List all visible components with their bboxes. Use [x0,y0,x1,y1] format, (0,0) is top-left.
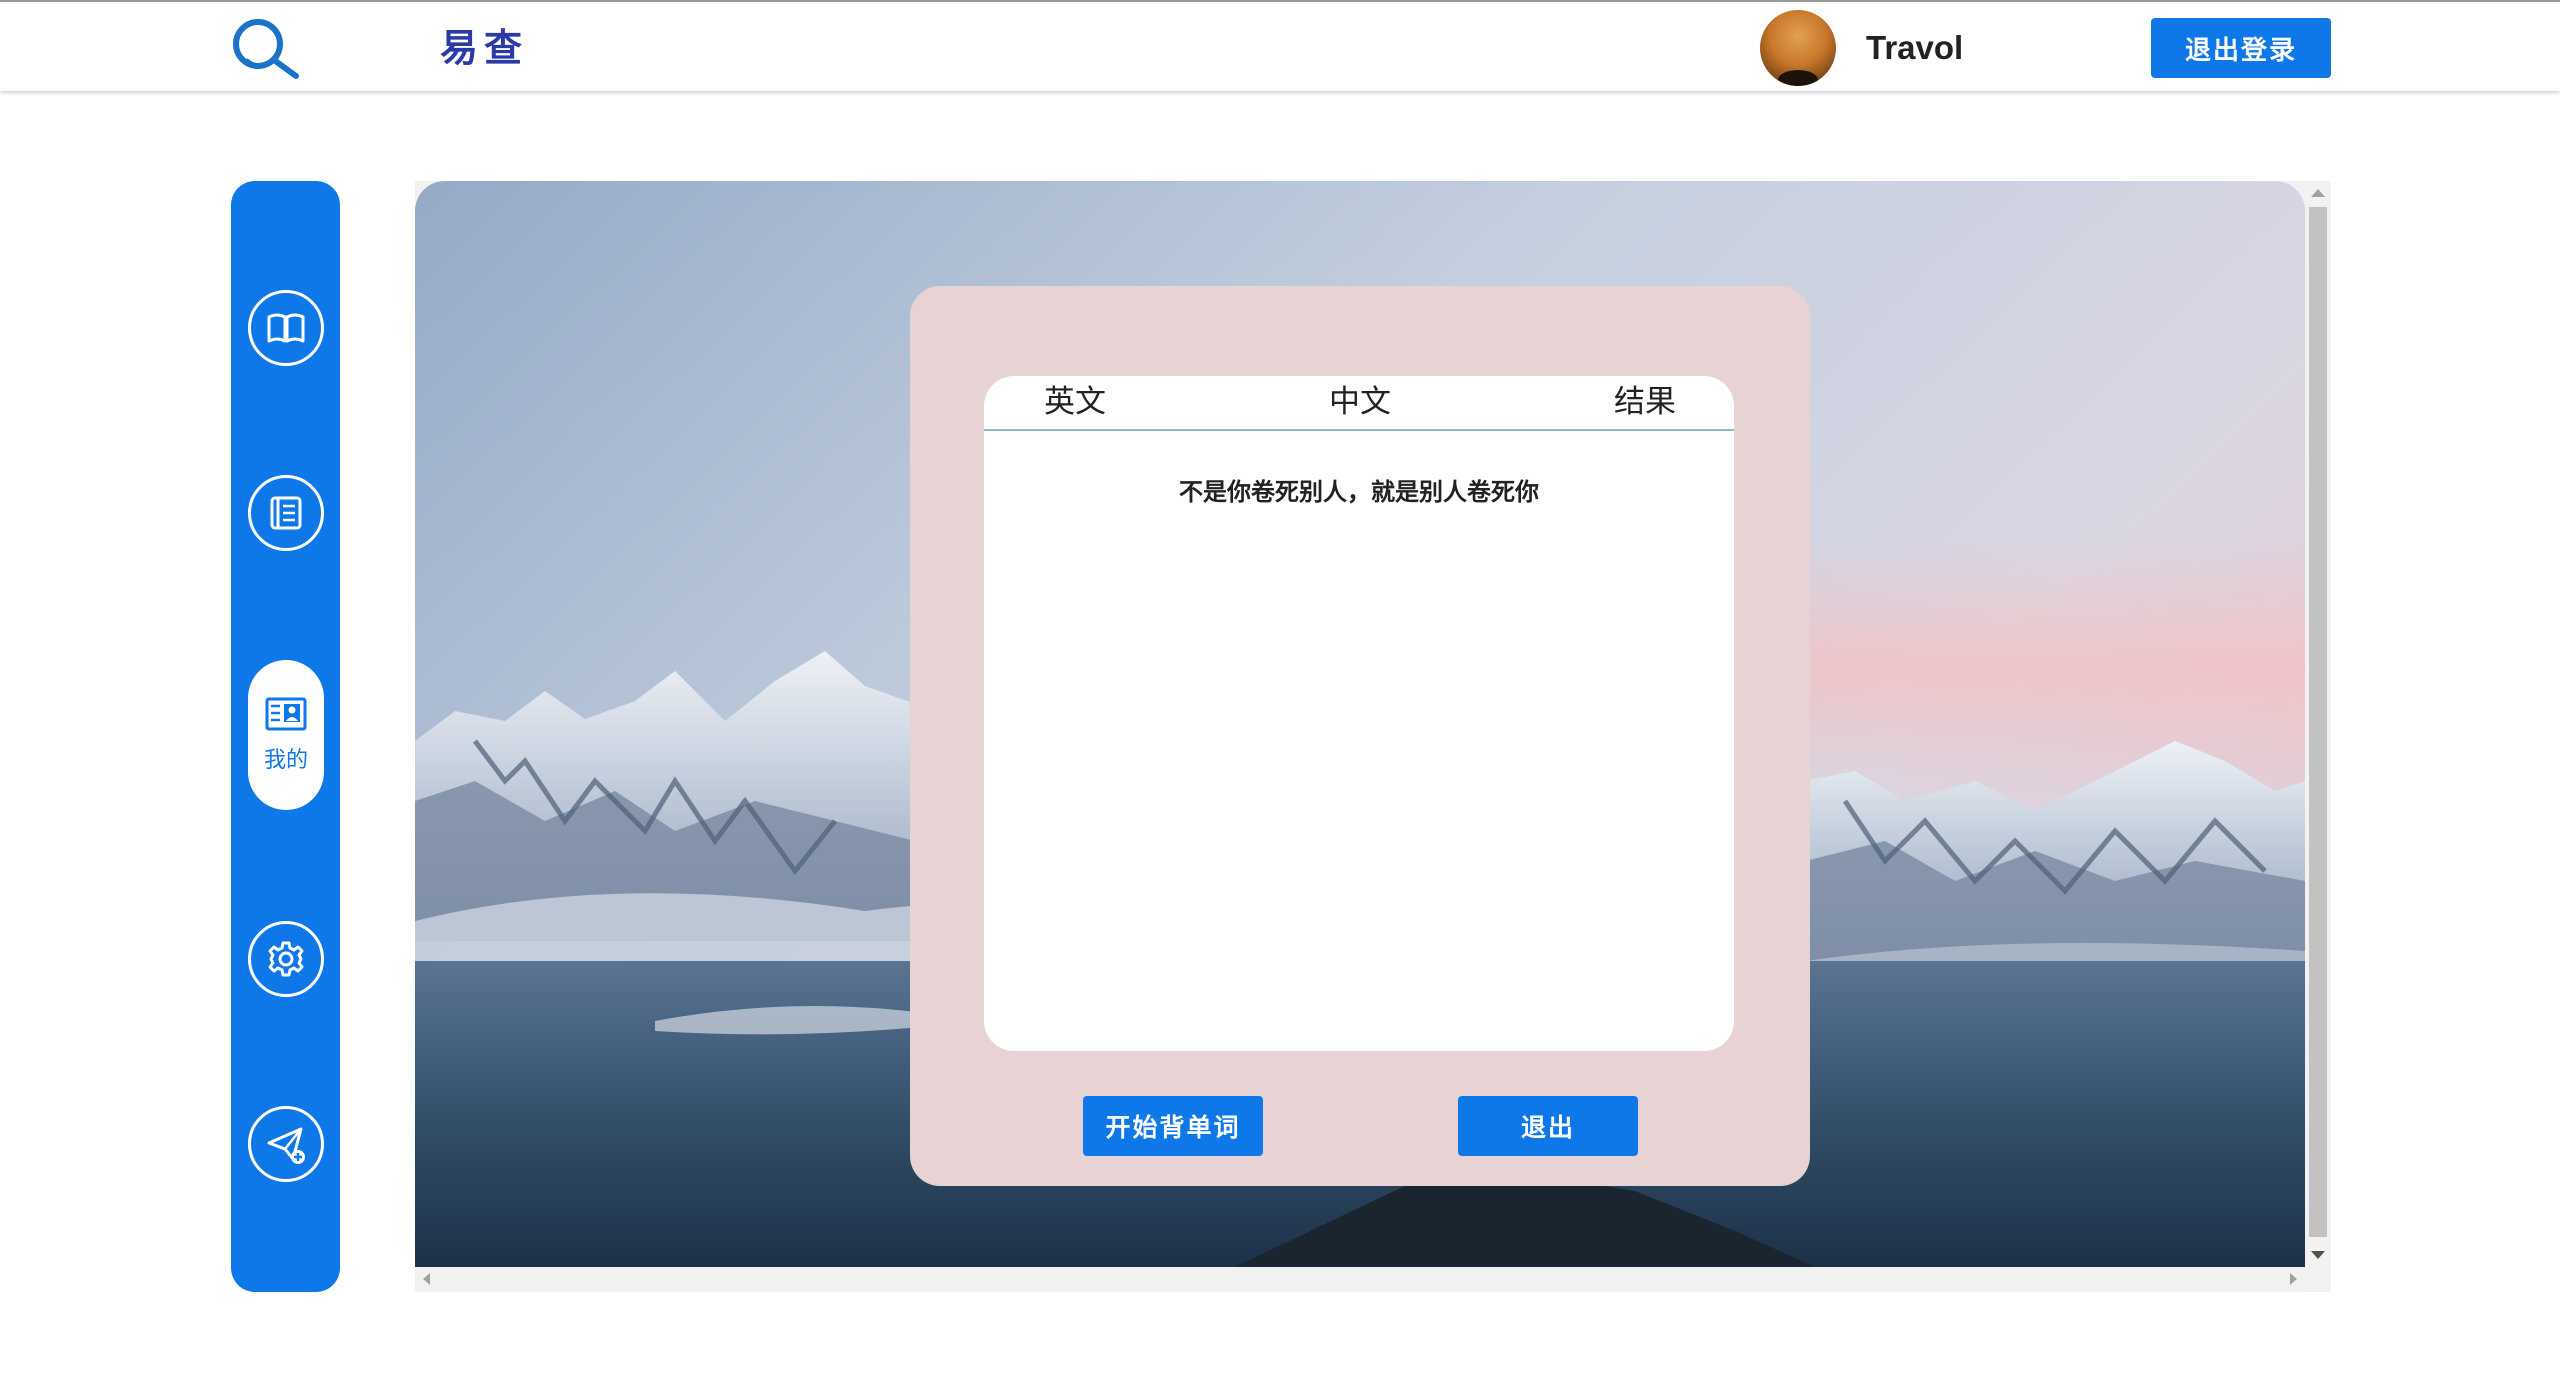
profile-card-icon [265,697,307,731]
exit-button[interactable]: 退出 [1458,1096,1638,1156]
send-add-icon [267,1127,305,1164]
avatar[interactable] [1760,10,1836,86]
scroll-down-arrow-icon[interactable] [2311,1251,2325,1259]
logout-button[interactable]: 退出登录 [2151,18,2331,78]
scroll-right-arrow-icon[interactable] [2290,1273,2297,1285]
top-header: 易查 Travol 退出登录 [0,0,2560,91]
sidebar: 我的 [231,181,340,1292]
book-icon [267,313,305,343]
magnifier-logo-icon[interactable] [228,14,308,82]
username: Travol [1866,29,1964,66]
sidebar-item-send[interactable] [248,1106,324,1182]
notebook-icon [270,496,302,530]
gear-icon [268,941,304,977]
scrollbar-thumb[interactable] [2309,207,2327,1237]
scroll-left-arrow-icon[interactable] [423,1273,430,1285]
column-header-chinese: 中文 [1329,384,1391,420]
word-table: 英文 中文 结果 不是你卷死别人，就是别人卷死你 [984,376,1734,1051]
sidebar-item-settings[interactable] [248,921,324,997]
table-header: 英文 中文 结果 [984,376,1734,431]
app-title: 易查 [440,26,529,70]
motivation-message: 不是你卷死别人，就是别人卷死你 [1179,478,1539,506]
sidebar-item-label: 我的 [263,748,308,773]
horizontal-scrollbar[interactable] [415,1267,2305,1292]
word-practice-card: 英文 中文 结果 不是你卷死别人，就是别人卷死你 开始背单词 退出 [910,286,1810,1186]
start-memorize-button[interactable]: 开始背单词 [1083,1096,1263,1156]
column-header-english: 英文 [1044,384,1106,420]
scroll-up-arrow-icon[interactable] [2311,189,2325,197]
column-header-result: 结果 [1614,384,1676,420]
sidebar-item-notebook[interactable] [248,475,324,551]
vertical-scrollbar[interactable] [2305,181,2331,1267]
sidebar-item-book[interactable] [248,290,324,366]
sidebar-item-mine[interactable]: 我的 [248,660,324,810]
